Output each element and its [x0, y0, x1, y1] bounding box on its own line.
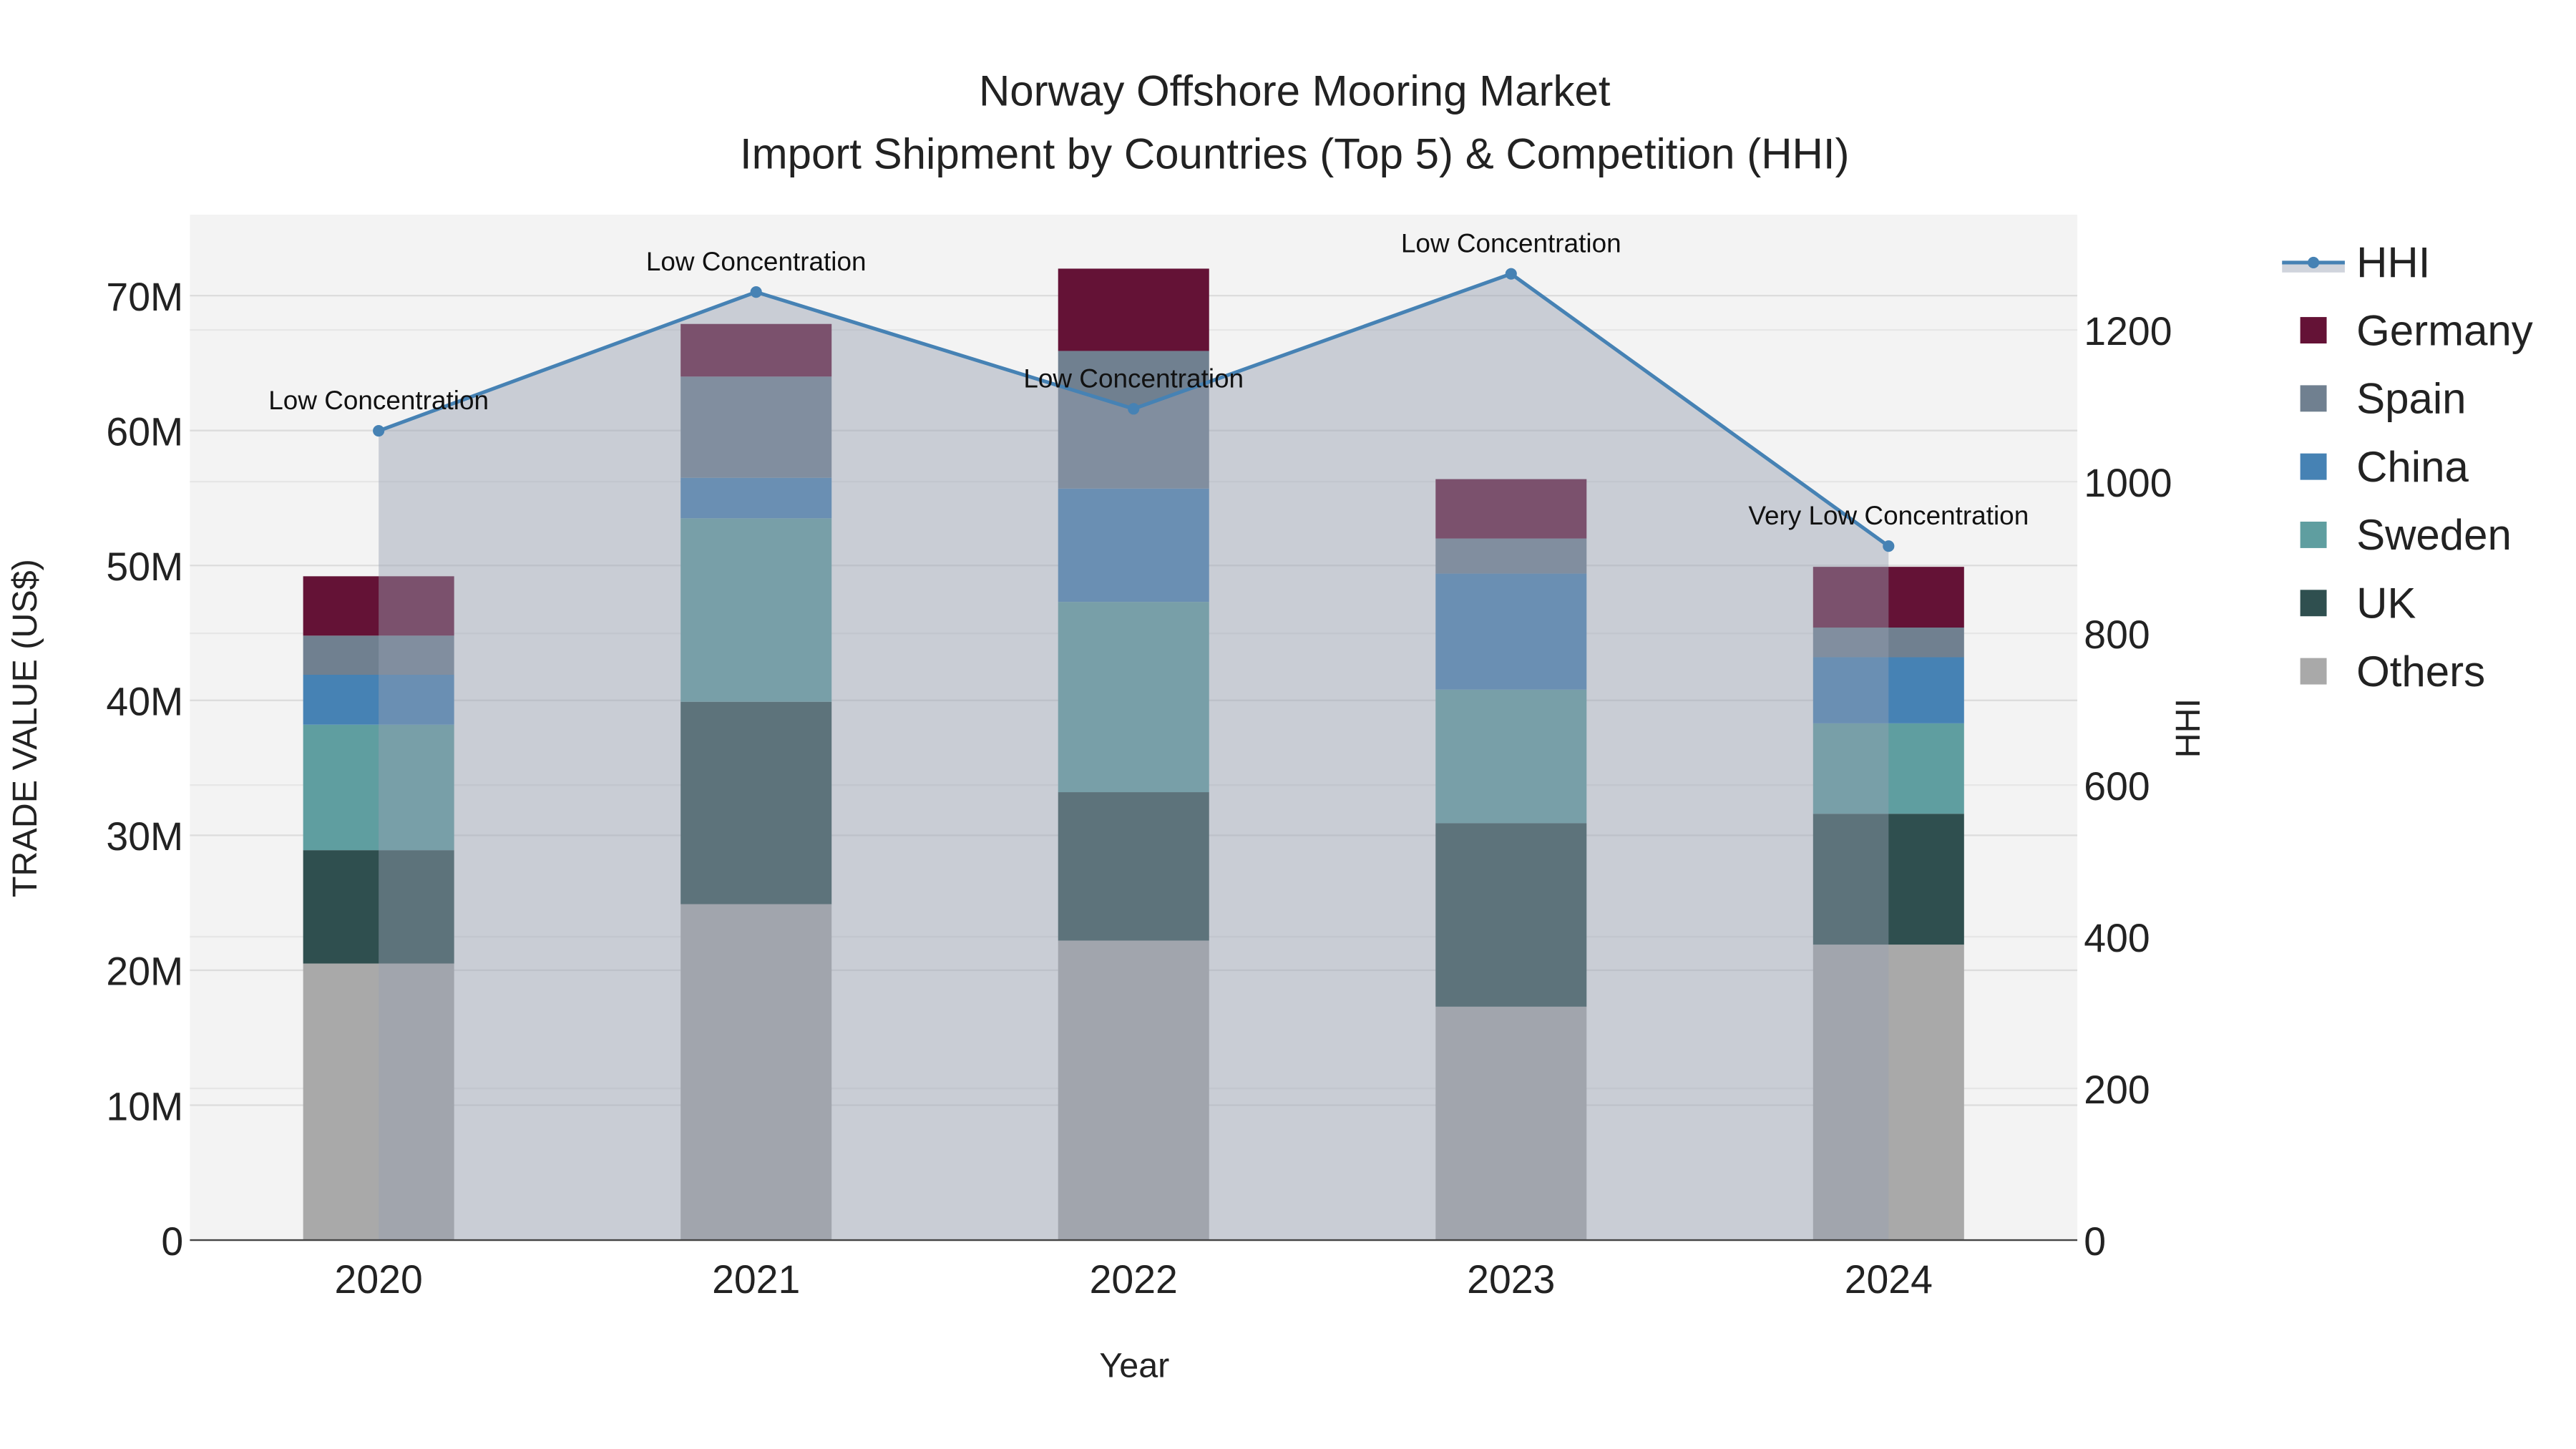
- hhi-point-2022: [1128, 403, 1140, 415]
- x-tick-label: 2020: [335, 1257, 423, 1302]
- y2-tick-label: 1000: [2084, 461, 2172, 505]
- y-tick-label: 0: [161, 1219, 183, 1264]
- hhi-annotation: Low Concentration: [646, 247, 867, 276]
- y-tick-label: 20M: [106, 950, 183, 994]
- legend-swatch-uk: [2300, 590, 2327, 617]
- x-tick-label: 2024: [1845, 1257, 1933, 1302]
- hhi-annotation: Low Concentration: [268, 386, 489, 415]
- y-tick-label: 30M: [106, 814, 183, 859]
- y2-tick-label: 400: [2084, 916, 2150, 960]
- legend-label-uk[interactable]: UK: [2356, 580, 2416, 628]
- legend-hhi-marker: [2308, 256, 2320, 268]
- y-axis-label: TRADE VALUE (US$): [6, 559, 44, 897]
- y-axis-ticks: 0 10M 20M 30M 40M 50M 60M 70M: [106, 275, 183, 1264]
- x-tick-label: 2023: [1467, 1257, 1555, 1302]
- y2-tick-label: 600: [2084, 764, 2150, 809]
- legend-swatch-sweden: [2300, 522, 2327, 548]
- y-tick-label: 70M: [106, 275, 183, 319]
- hhi-annotation: Low Concentration: [1023, 364, 1244, 393]
- x-tick-label: 2022: [1090, 1257, 1178, 1302]
- y-tick-label: 10M: [106, 1084, 183, 1128]
- y2-axis-ticks: 0 200 400 600 800 1000 1200: [2084, 309, 2172, 1264]
- chart-subtitle: Import Shipment by Countries (Top 5) & C…: [740, 130, 1850, 177]
- legend-label-sweden[interactable]: Sweden: [2356, 511, 2512, 559]
- legend-label-germany[interactable]: Germany: [2356, 306, 2533, 354]
- y2-tick-label: 200: [2084, 1068, 2150, 1112]
- legend-swatch-spain: [2300, 385, 2327, 412]
- legend[interactable]: HHI Germany Spain China Sweden UK Others: [2282, 239, 2533, 696]
- hhi-annotation: Very Low Concentration: [1748, 501, 2029, 530]
- legend-swatch-others: [2300, 658, 2327, 685]
- x-axis-label: Year: [1099, 1347, 1169, 1385]
- legend-swatch-china: [2300, 453, 2327, 480]
- hhi-annotation: Low Concentration: [1401, 229, 1621, 258]
- legend-swatch-germany: [2300, 317, 2327, 343]
- y2-tick-label: 0: [2084, 1219, 2106, 1264]
- hhi-point-2023: [1505, 268, 1517, 280]
- y2-tick-label: 1200: [2084, 309, 2172, 353]
- y-tick-label: 40M: [106, 680, 183, 724]
- hhi-point-2020: [373, 425, 385, 437]
- hhi-point-2021: [750, 286, 762, 298]
- y2-axis-label: HHI: [2169, 698, 2207, 758]
- legend-label-hhi[interactable]: HHI: [2356, 239, 2430, 287]
- chart: Low Concentration Low Concentration Low Co…: [6, 67, 2533, 1385]
- legend-label-china[interactable]: China: [2356, 443, 2469, 491]
- chart-title: Norway Offshore Mooring Market: [979, 67, 1611, 115]
- x-tick-label: 2021: [712, 1257, 800, 1302]
- legend-label-spain[interactable]: Spain: [2356, 375, 2466, 423]
- y-tick-label: 60M: [106, 409, 183, 454]
- y-tick-label: 50M: [106, 545, 183, 589]
- y2-tick-label: 800: [2084, 613, 2150, 657]
- hhi-point-2024: [1883, 540, 1895, 552]
- bar-germany-2022: [1058, 268, 1209, 351]
- hhi-area: [379, 273, 1889, 1241]
- legend-label-others[interactable]: Others: [2356, 648, 2485, 696]
- x-axis-ticks: 2020 2021 2022 2023 2024: [335, 1257, 1933, 1302]
